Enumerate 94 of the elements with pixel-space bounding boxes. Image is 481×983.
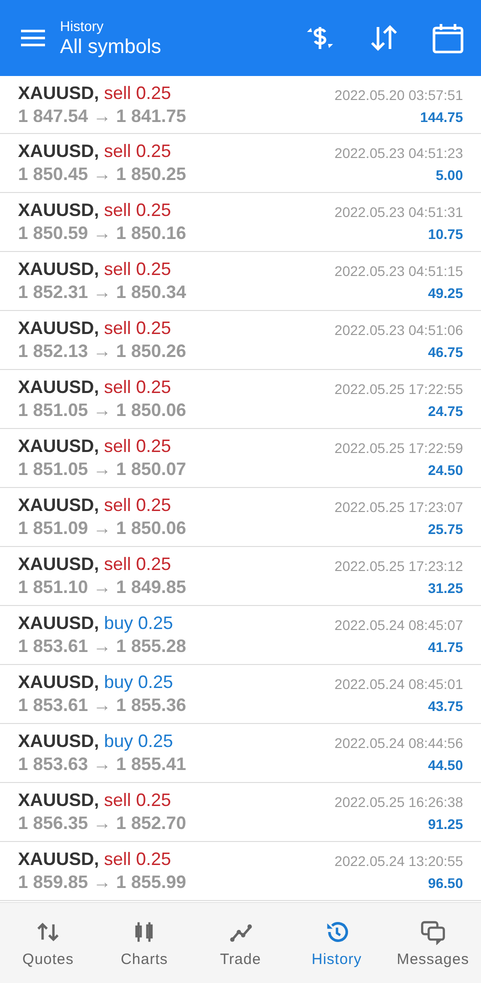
deal-symbol: XAUUSD, <box>18 672 100 693</box>
deal-profit: 46.75 <box>428 344 463 360</box>
deal-symbol: XAUUSD, <box>18 377 100 398</box>
deal-profit: 5.00 <box>436 167 463 183</box>
deal-profit: 49.25 <box>428 285 463 301</box>
deal-symbol: XAUUSD, <box>18 82 100 104</box>
deal-time: 2022.05.25 17:23:12 <box>334 558 463 574</box>
deal-action: buy 0.25 <box>104 731 174 752</box>
deal-row[interactable]: XAUUSD, sell 0.25 1 850.45 → 1 850.25 2022.05.23 04:51:23 5.00 <box>0 134 481 193</box>
deal-prices: 1 851.10 → 1 849.85 <box>18 577 186 598</box>
deal-time: 2022.05.23 04:51:23 <box>334 145 463 161</box>
deal-action: sell 0.25 <box>104 200 172 221</box>
deal-action: sell 0.25 <box>104 495 172 516</box>
deal-action: sell 0.25 <box>104 377 172 398</box>
deal-time: 2022.05.24 08:44:56 <box>334 735 463 751</box>
deal-profit: 43.75 <box>428 698 463 714</box>
deal-time: 2022.05.24 08:45:07 <box>334 617 463 633</box>
deal-symbol: XAUUSD, <box>18 731 100 752</box>
deal-action: sell 0.25 <box>104 141 172 162</box>
deal-prices: 1 851.05 → 1 850.06 <box>18 400 186 421</box>
nav-tab[interactable]: Messages <box>384 903 481 983</box>
deal-row[interactable]: XAUUSD, sell 0.25 1 852.31 → 1 850.34 2022.05.23 04:51:15 49.25 <box>0 252 481 311</box>
deal-prices: 1 847.54 → 1 841.75 <box>18 106 186 126</box>
nav-tab[interactable]: Quotes <box>0 903 96 983</box>
deal-time: 2022.05.23 04:51:06 <box>334 322 463 338</box>
deal-action: sell 0.25 <box>104 318 172 339</box>
deal-prices: 1 851.05 → 1 850.07 <box>18 459 186 480</box>
deal-row[interactable]: XAUUSD, buy 0.25 1 853.61 → 1 855.36 2022.05.24 08:45:01 43.75 <box>0 665 481 724</box>
deal-symbol: XAUUSD, <box>18 849 100 870</box>
deal-prices: 1 850.59 → 1 850.16 <box>18 223 186 244</box>
deal-action: sell 0.25 <box>104 554 172 575</box>
deal-symbol: XAUUSD, <box>18 318 100 339</box>
deal-prices: 1 851.09 → 1 850.06 <box>18 518 186 539</box>
deal-time: 2022.05.24 13:20:55 <box>334 853 463 869</box>
deal-profit: 24.75 <box>428 403 463 419</box>
deal-row[interactable]: XAUUSD, sell 0.25 1 851.09 → 1 850.06 2022.05.25 17:23:07 25.75 <box>0 488 481 547</box>
deal-symbol: XAUUSD, <box>18 200 100 221</box>
deal-time: 2022.05.23 04:51:31 <box>334 204 463 220</box>
header-title[interactable]: All symbols <box>60 36 273 58</box>
deal-profit: 25.75 <box>428 521 463 537</box>
header-subtitle: History <box>60 18 105 34</box>
deal-time: 2022.05.24 08:45:01 <box>334 676 463 692</box>
deal-symbol: XAUUSD, <box>18 259 100 280</box>
deal-prices: 1 852.13 → 1 850.26 <box>18 341 186 362</box>
deal-time: 2022.05.20 03:57:51 <box>334 86 463 102</box>
deal-symbol: XAUUSD, <box>18 141 100 162</box>
deal-row[interactable]: XAUUSD, sell 0.25 1 859.85 → 1 855.99 2022.05.24 13:20:55 96.50 <box>0 842 481 901</box>
deal-row[interactable]: XAUUSD, sell 0.25 1 851.10 → 1 849.85 2022.05.25 17:23:12 31.25 <box>0 547 481 606</box>
deal-row[interactable]: XAUUSD, sell 0.25 1 850.59 → 1 850.16 2022.05.23 04:51:31 10.75 <box>0 193 481 252</box>
deal-action: sell 0.25 <box>104 82 172 104</box>
deal-row[interactable]: XAUUSD, buy 0.25 1 853.63 → 1 855.41 2022.05.24 08:44:56 44.50 <box>0 724 481 783</box>
deal-time: 2022.05.25 17:22:59 <box>334 440 463 456</box>
deal-time: 2022.05.25 17:22:55 <box>334 381 463 397</box>
deal-symbol: XAUUSD, <box>18 613 100 634</box>
deal-action: sell 0.25 <box>104 259 172 280</box>
deal-profit: 24.50 <box>428 462 463 478</box>
deal-action: buy 0.25 <box>104 613 174 634</box>
deal-symbol: XAUUSD, <box>18 495 100 516</box>
deal-prices: 1 853.61 → 1 855.28 <box>18 636 186 657</box>
deal-action: buy 0.25 <box>104 672 174 693</box>
deal-prices: 1 859.85 → 1 855.99 <box>18 872 186 893</box>
deal-time: 2022.05.25 17:23:07 <box>334 499 463 515</box>
deal-action: sell 0.25 <box>104 790 172 811</box>
nav-tab[interactable]: Trade <box>192 903 289 983</box>
deal-prices: 1 850.45 → 1 850.25 <box>18 164 186 185</box>
deal-time: 2022.05.25 16:26:38 <box>334 794 463 810</box>
deal-profit: 31.25 <box>428 580 463 596</box>
menu-icon[interactable] <box>20 28 46 48</box>
nav-tab[interactable]: Charts <box>96 903 192 983</box>
deal-profit: 144.75 <box>420 108 463 124</box>
deal-row[interactable]: XAUUSD, buy 0.25 1 853.61 → 1 855.28 2022.05.24 08:45:07 41.75 <box>0 606 481 665</box>
deal-profit: 10.75 <box>428 226 463 242</box>
deal-row[interactable]: XAUUSD, sell 0.25 1 852.13 → 1 850.26 2022.05.23 04:51:06 46.75 <box>0 311 481 370</box>
deal-time: 2022.05.23 04:51:15 <box>334 263 463 279</box>
deal-profit: 41.75 <box>428 639 463 655</box>
deal-symbol: XAUUSD, <box>18 790 100 811</box>
deal-row[interactable]: XAUUSD, sell 0.25 1 851.05 → 1 850.07 2022.05.25 17:22:59 24.50 <box>0 429 481 488</box>
deal-symbol: XAUUSD, <box>18 436 100 457</box>
deal-profit: 96.50 <box>428 875 463 891</box>
messages-icon <box>420 918 446 944</box>
deal-action: sell 0.25 <box>104 436 172 457</box>
deal-prices: 1 853.61 → 1 855.36 <box>18 695 186 716</box>
deal-action: sell 0.25 <box>104 849 172 870</box>
deal-prices: 1 852.31 → 1 850.34 <box>18 282 186 303</box>
deal-row[interactable]: XAUUSD, sell 0.25 1 856.35 → 1 852.70 2022.05.25 16:26:38 91.25 <box>0 783 481 842</box>
nav-tab[interactable]: History <box>288 903 385 983</box>
deal-symbol: XAUUSD, <box>18 554 100 575</box>
deal-profit: 44.50 <box>428 757 463 773</box>
deal-row[interactable]: XAUUSD, sell 0.25 1 847.54 → 1 841.75 2022.05.20 03:57:51 144.75 <box>0 76 481 134</box>
deal-prices: 1 853.63 → 1 855.41 <box>18 754 186 775</box>
deal-profit: 91.25 <box>428 816 463 832</box>
deal-row[interactable]: XAUUSD, sell 0.25 1 851.05 → 1 850.06 2022.05.25 17:22:55 24.75 <box>0 370 481 429</box>
deal-prices: 1 856.35 → 1 852.70 <box>18 813 186 834</box>
calendar-icon[interactable] <box>431 21 465 55</box>
